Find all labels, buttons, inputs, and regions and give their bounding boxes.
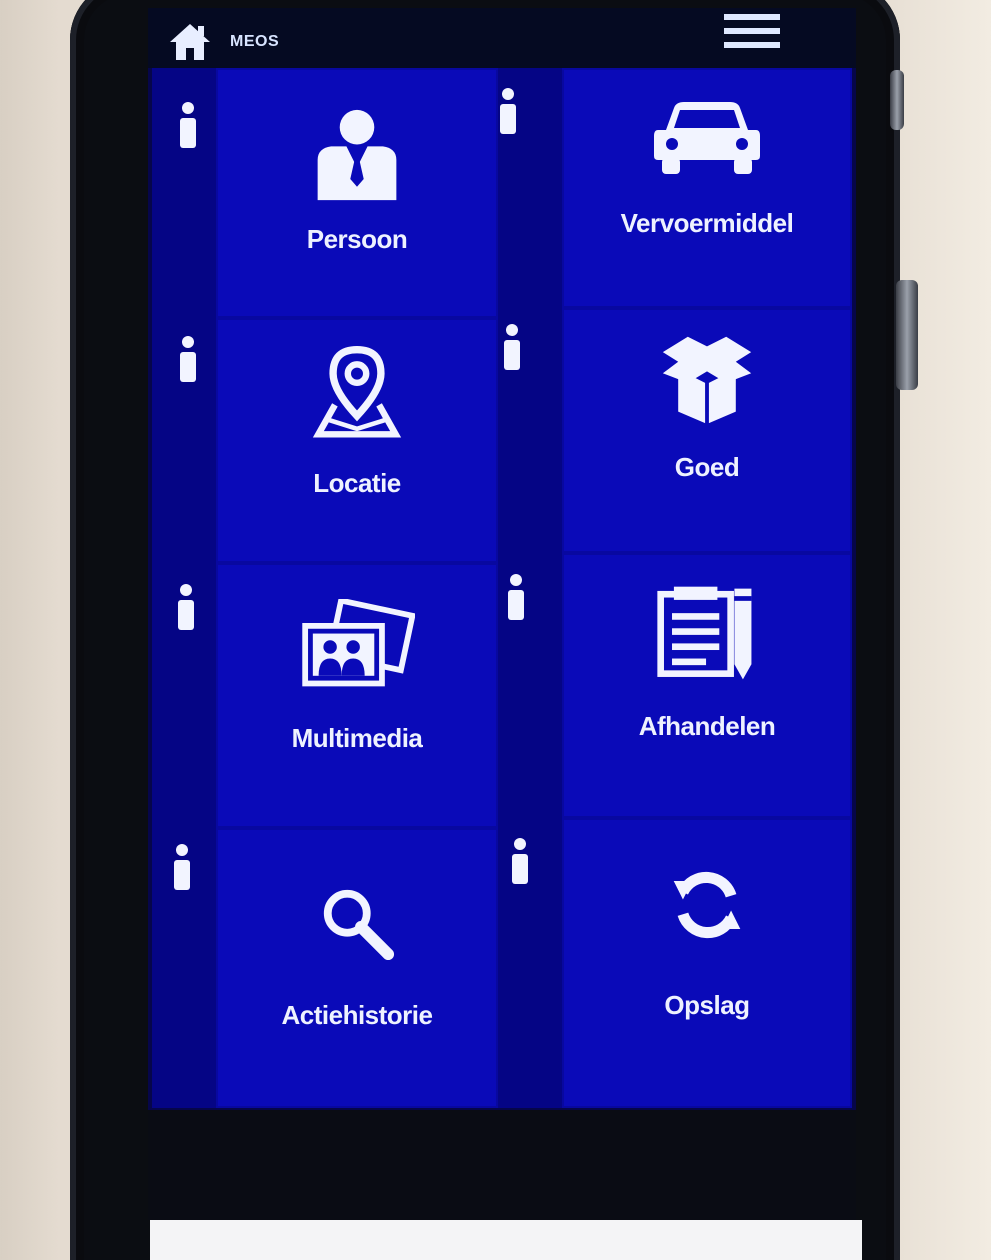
refresh-icon xyxy=(673,871,741,939)
home-icon[interactable] xyxy=(168,22,212,62)
search-icon xyxy=(323,889,395,961)
document-pen-icon xyxy=(657,586,752,680)
tile-goed[interactable]: Goed xyxy=(562,308,852,553)
screen-bottom-area xyxy=(148,1110,856,1220)
tile-label: Persoon xyxy=(306,224,408,254)
tile-label: Multimedia xyxy=(291,723,423,753)
tile-afhandelen[interactable]: Afhandelen xyxy=(562,553,852,818)
tile-persoon[interactable]: Persoon xyxy=(216,68,498,318)
info-icon-vervoermiddel[interactable] xyxy=(496,88,520,138)
location-pin-icon xyxy=(312,345,402,438)
tile-vervoermiddel[interactable]: Vervoermiddel xyxy=(562,68,852,308)
tile-label: Vervoermiddel xyxy=(620,208,794,238)
box-icon xyxy=(662,336,752,424)
hamburger-menu-icon[interactable] xyxy=(722,10,782,54)
app-screen: MEOS Persoon Vervoermiddel Locatie Goed … xyxy=(148,8,856,1110)
tile-label: Opslag xyxy=(664,990,750,1020)
info-icon-goed[interactable] xyxy=(500,324,524,374)
tile-label: Actiehistorie xyxy=(281,1000,434,1030)
phone-side-button xyxy=(890,70,904,130)
tile-actiehistorie[interactable]: Actiehistorie xyxy=(216,828,498,1108)
tile-opslag[interactable]: Opslag xyxy=(562,818,852,1108)
app-title: MEOS xyxy=(230,33,280,50)
tile-grid: Persoon Vervoermiddel Locatie Goed Multi… xyxy=(152,68,852,1108)
info-icon-multimedia[interactable] xyxy=(174,584,198,634)
phone-side-button xyxy=(896,280,918,390)
info-icon-actiehistorie[interactable] xyxy=(170,844,194,894)
info-icon-afhandelen[interactable] xyxy=(504,574,528,624)
tile-locatie[interactable]: Locatie xyxy=(216,318,498,563)
info-icon-persoon[interactable] xyxy=(176,102,200,152)
app-bar: MEOS xyxy=(148,8,856,68)
info-icon-locatie[interactable] xyxy=(176,336,200,386)
photos-icon xyxy=(302,599,415,687)
tile-multimedia[interactable]: Multimedia xyxy=(216,563,498,828)
tile-label: Afhandelen xyxy=(638,711,776,741)
info-icon-opslag[interactable] xyxy=(508,838,532,888)
tile-label: Goed xyxy=(674,452,740,482)
tile-label: Locatie xyxy=(313,468,401,498)
system-nav-bar xyxy=(150,1220,862,1260)
person-icon xyxy=(317,109,397,201)
car-icon xyxy=(654,102,760,174)
